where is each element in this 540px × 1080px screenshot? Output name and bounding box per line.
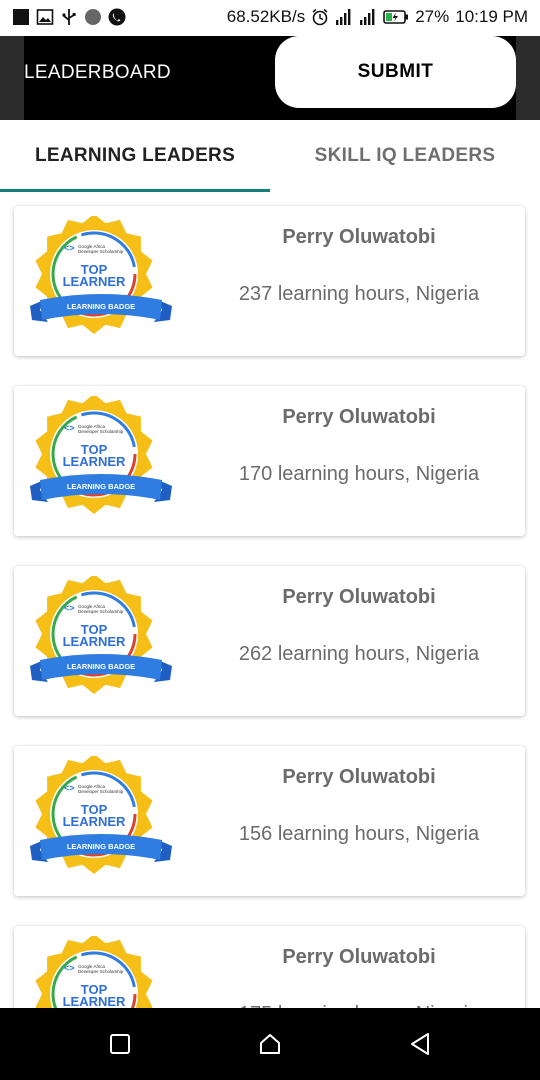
leader-detail: 156 learning hours, Nigeria (238, 823, 480, 845)
top-learner-badge-icon: <> Google Africa Developer Scholarship T… (30, 576, 172, 694)
recents-icon (110, 1034, 130, 1054)
leader-card[interactable]: <> Google Africa Developer Scholarship T… (14, 746, 525, 896)
top-learner-badge-icon: <> Google Africa Developer Scholarship T… (30, 216, 172, 334)
svg-text:LEARNING BADGE: LEARNING BADGE (67, 482, 135, 491)
leader-card[interactable]: <> Google Africa Developer Scholarship T… (14, 926, 525, 1008)
leader-name: Perry Oluwatobi (282, 946, 436, 968)
home-button[interactable] (252, 1026, 288, 1062)
leader-detail: 237 learning hours, Nigeria (238, 283, 480, 305)
tab-learning-leaders[interactable]: LEARNING LEADERS (0, 120, 270, 192)
battery-icon (383, 10, 409, 24)
top-learner-badge-icon: <> Google Africa Developer Scholarship T… (30, 396, 172, 514)
leader-detail: 170 learning hours, Nigeria (238, 463, 480, 485)
svg-text:Developer Scholarship: Developer Scholarship (78, 609, 124, 614)
leader-card[interactable]: <> Google Africa Developer Scholarship T… (14, 386, 525, 536)
svg-text:LEARNING BADGE: LEARNING BADGE (67, 842, 135, 851)
page-title: LEADERBOARD (24, 62, 171, 83)
network-speed: 68.52KB/s (226, 7, 306, 26)
svg-text:Developer Scholarship: Developer Scholarship (78, 969, 124, 974)
svg-text:<>: <> (64, 783, 75, 793)
notification-square-icon (13, 9, 29, 25)
usb-icon (62, 9, 76, 25)
leader-name: Perry Oluwatobi (282, 766, 436, 788)
notification-icons (12, 8, 126, 26)
svg-text:Developer Scholarship: Developer Scholarship (78, 429, 124, 434)
svg-text:LEARNER: LEARNER (63, 454, 126, 469)
alarm-icon (312, 8, 328, 26)
signal-2-icon (360, 9, 375, 25)
leader-name: Perry Oluwatobi (282, 586, 436, 608)
tab-skill-iq-leaders[interactable]: SKILL IQ LEADERS (270, 120, 540, 192)
svg-text:<>: <> (64, 423, 75, 433)
svg-text:LEARNING BADGE: LEARNING BADGE (67, 662, 135, 671)
status-bar: 68.52KB/s 27% 10:19 PM (0, 0, 540, 36)
svg-text:Developer Scholarship: Developer Scholarship (78, 789, 124, 794)
svg-text:LEARNER: LEARNER (63, 994, 126, 1008)
circle-icon (85, 9, 101, 25)
leader-name: Perry Oluwatobi (282, 226, 436, 248)
image-icon (36, 9, 54, 25)
svg-text:LEARNER: LEARNER (63, 634, 126, 649)
battery-percent: 27% (415, 7, 450, 26)
top-learner-badge-icon: <> Google Africa Developer Scholarship T… (35, 936, 153, 1008)
app-bar: LEADERBOARD SUBMIT (0, 36, 540, 120)
home-icon (260, 1034, 280, 1054)
back-button[interactable] (402, 1026, 438, 1062)
app-bar-edge-right (516, 36, 540, 120)
submit-button[interactable]: SUBMIT (275, 36, 516, 108)
signal-icon (336, 9, 351, 25)
svg-text:<>: <> (64, 603, 75, 613)
tab-bar: LEARNING LEADERS SKILL IQ LEADERS (0, 120, 540, 192)
status-indicators: 68.52KB/s 27% 10:19 PM (227, 7, 528, 27)
svg-text:Developer Scholarship: Developer Scholarship (78, 249, 124, 254)
svg-text:<>: <> (64, 243, 75, 253)
back-icon (411, 1033, 429, 1055)
phone-call-icon (108, 8, 126, 26)
leader-card[interactable]: <> Google Africa Developer Scholarship T… (14, 566, 525, 716)
leader-detail: 262 learning hours, Nigeria (238, 643, 480, 665)
system-nav-bar (0, 1008, 540, 1080)
svg-text:LEARNER: LEARNER (63, 814, 126, 829)
leaders-list[interactable]: <> Google Africa Developer Scholarship T… (0, 192, 540, 1008)
svg-text:LEARNER: LEARNER (63, 274, 126, 289)
recents-button[interactable] (102, 1026, 138, 1062)
top-learner-badge-icon: <> Google Africa Developer Scholarship T… (30, 756, 172, 874)
app-bar-edge-left (0, 36, 24, 120)
clock: 10:19 PM (455, 7, 528, 26)
svg-text:LEARNING BADGE: LEARNING BADGE (67, 302, 135, 311)
leader-card[interactable]: <> Google Africa Developer Scholarship T… (14, 206, 525, 356)
svg-text:<>: <> (64, 963, 75, 973)
leader-name: Perry Oluwatobi (282, 406, 436, 428)
